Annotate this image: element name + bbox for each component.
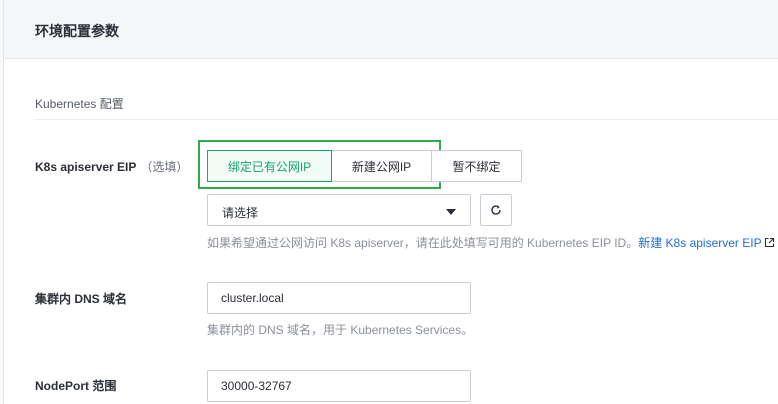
dns-input[interactable]: [207, 282, 471, 314]
no-bind-option[interactable]: 暂不绑定: [431, 150, 522, 182]
eip-label-text: K8s apiserver EIP: [35, 160, 137, 174]
create-new-ip-option[interactable]: 新建公网IP: [331, 150, 432, 182]
new-eip-link[interactable]: 新建 K8s apiserver EIP: [638, 236, 761, 250]
panel-header: 环境配置参数: [4, 0, 778, 59]
refresh-icon: [491, 205, 501, 215]
section-divider: [35, 119, 778, 120]
eip-hint-text: 如果希望通过公网访问 K8s apiserver，请在此处填写可用的 Kuber…: [207, 236, 639, 250]
eip-field-label: K8s apiserver EIP （选填）: [35, 158, 188, 175]
eip-select-placeholder: 请选择: [222, 206, 259, 220]
eip-hint: 如果希望通过公网访问 K8s apiserver，请在此处填写可用的 Kuber…: [207, 234, 775, 251]
bind-existing-ip-option[interactable]: 绑定已有公网IP: [207, 150, 332, 182]
nodeport-field-label: NodePort 范围: [35, 379, 117, 393]
page: 环境配置参数 Kubernetes 配置 K8s apiserver EIP （选…: [0, 0, 778, 404]
panel-title: 环境配置参数: [35, 23, 119, 39]
dns-field-label: 集群内 DNS 域名: [35, 292, 128, 306]
eip-select[interactable]: 请选择: [207, 194, 471, 226]
config-panel: 环境配置参数 Kubernetes 配置 K8s apiserver EIP （选…: [3, 0, 778, 404]
external-link-icon: [764, 237, 774, 248]
refresh-button[interactable]: [480, 194, 512, 226]
eip-optional-text: （选填）: [140, 160, 189, 174]
dns-hint: 集群内的 DNS 域名，用于 Kubernetes Services。: [207, 323, 474, 337]
section-title: Kubernetes 配置: [35, 97, 124, 111]
nodeport-input[interactable]: [207, 370, 471, 402]
caret-down-icon: [446, 209, 456, 215]
